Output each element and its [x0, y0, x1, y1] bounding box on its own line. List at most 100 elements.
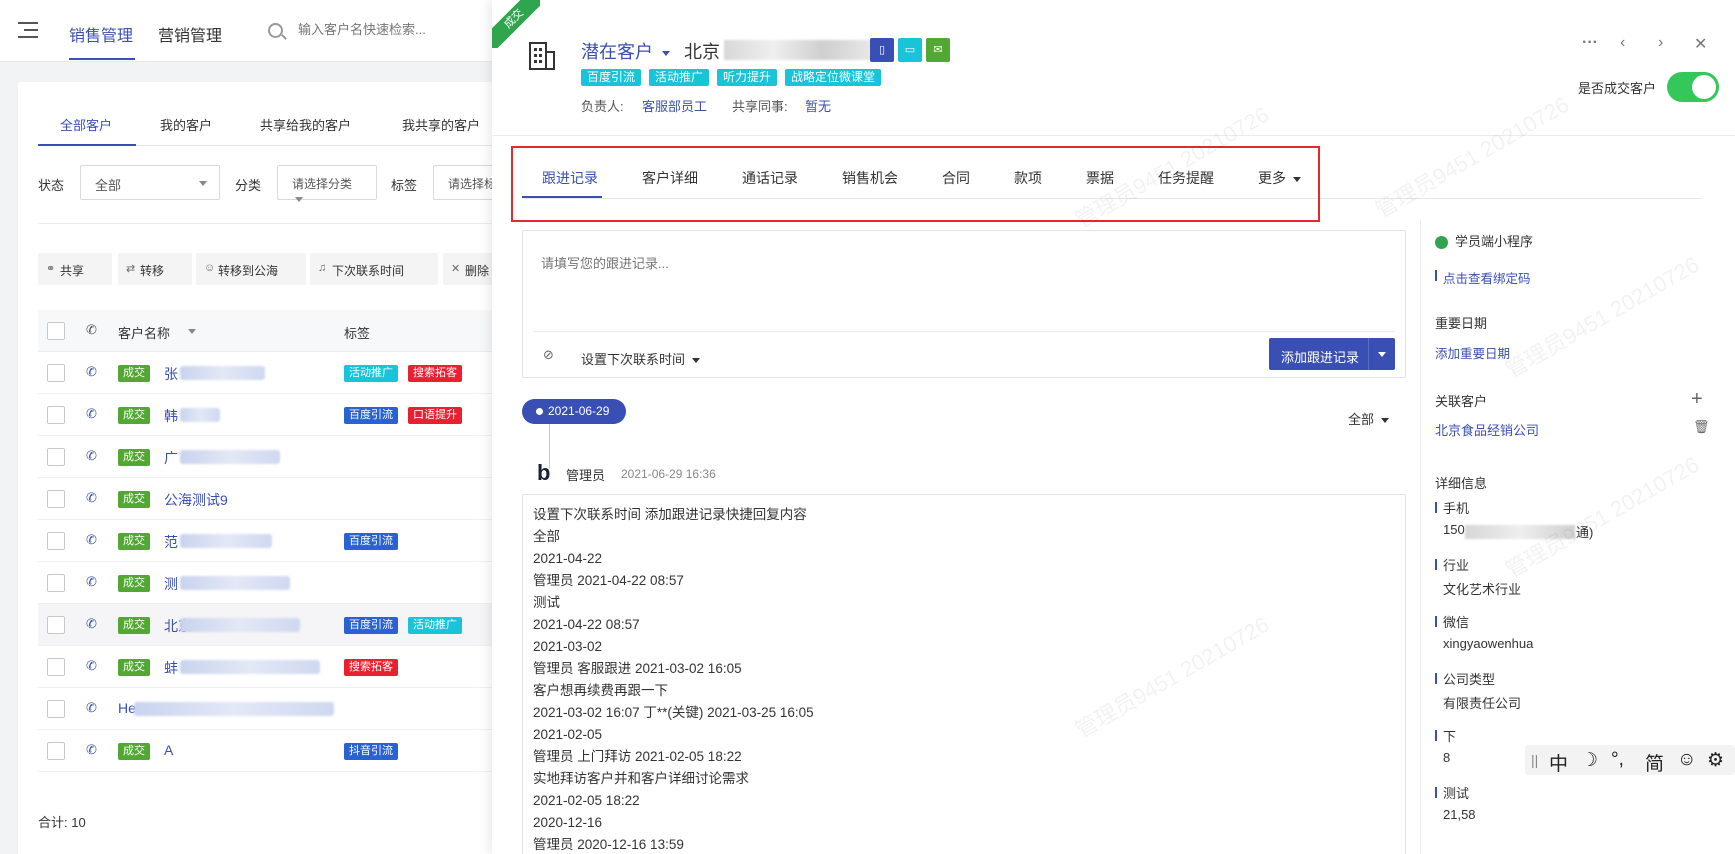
chevron-right-icon[interactable]: › [1658, 34, 1663, 52]
message-icon[interactable]: ▭ [898, 38, 922, 62]
status-filter-select[interactable]: 全部 [80, 165, 220, 200]
row-checkbox[interactable] [47, 364, 65, 382]
table-row[interactable]: ✆ 成交广 [38, 436, 498, 478]
row-checkbox[interactable] [47, 742, 65, 760]
row-checkbox[interactable] [47, 700, 65, 718]
view-bind-code-link[interactable]: 点击查看绑定码 [1443, 268, 1531, 287]
set-next-contact-dropdown[interactable]: 设置下次联系时间 [581, 349, 700, 368]
moon-icon[interactable]: ☽ [1581, 749, 1598, 772]
phone-icon[interactable]: ✆ [86, 742, 97, 758]
customer-name-link[interactable]: 韩 [164, 406, 178, 426]
add-follow-up-button[interactable]: 添加跟进记录 [1269, 338, 1395, 370]
gear-icon[interactable]: ⚙ [1707, 749, 1724, 772]
phone-icon[interactable]: ✆ [86, 658, 97, 674]
table-row[interactable]: ✆ 成交 A 抖音引流 [38, 730, 498, 772]
add-options-caret-icon[interactable] [1378, 352, 1386, 357]
customer-tag: 搜索拓客 [344, 659, 398, 676]
transfer-button[interactable]: ⇄ 转移 [118, 253, 192, 285]
shared-colleagues-label: 共享同事: [732, 99, 788, 114]
watermark-text: 管理员9451 20210726 [1371, 91, 1574, 223]
phone-icon[interactable]: ✆ [86, 406, 97, 422]
row-checkbox[interactable] [47, 574, 65, 592]
category-filter-select[interactable]: 请选择分类 [277, 165, 377, 203]
close-icon[interactable]: ✕ [1694, 34, 1707, 54]
shared-colleagues-value[interactable]: 暂无 [805, 96, 831, 115]
customer-tag: 百度引流 [344, 407, 398, 424]
phone-icon[interactable]: ✆ [86, 616, 97, 632]
customer-name-link[interactable]: 蚌 [164, 658, 178, 678]
sort-caret-icon[interactable] [188, 329, 196, 334]
phone-icon[interactable]: ✆ [86, 490, 97, 506]
customer-name-link[interactable]: 张 [164, 364, 178, 384]
mobile-icon[interactable]: ▯ [870, 38, 894, 62]
ime-chinese-toggle[interactable]: 中 [1549, 749, 1568, 776]
deal-status-badge: 成交 [118, 449, 150, 466]
row-checkbox[interactable] [47, 406, 65, 424]
tab-my-customers[interactable]: 我的客户 [160, 115, 212, 134]
record-line: 设置下次联系时间 添加跟进记录快捷回复内容 [533, 507, 807, 522]
record-filter-dropdown[interactable]: 全部 [1348, 409, 1389, 428]
next-contact-time-button[interactable]: ♫ 下次联系时间 [310, 253, 438, 285]
more-options-icon[interactable]: ··· [1582, 34, 1598, 52]
emoji-icon[interactable]: ☺ [1677, 749, 1696, 771]
chevron-left-icon[interactable]: ‹ [1620, 34, 1625, 52]
share-button[interactable]: ⚭ 共享 [38, 253, 112, 285]
row-checkbox[interactable] [47, 616, 65, 634]
customer-type-dropdown[interactable]: 潜在客户 [581, 38, 671, 64]
timeline-date-pill: 2021-06-29 [522, 399, 626, 424]
related-customers-title: 关联客户 [1435, 394, 1488, 409]
punctuation-toggle[interactable]: °, [1611, 749, 1624, 771]
customer-name-link[interactable]: 公海测试9 [164, 490, 228, 510]
row-checkbox[interactable] [47, 658, 65, 676]
tag-filter-label: 标签 [391, 178, 418, 193]
field-label-test: 测试 [1443, 786, 1470, 801]
field-value-company-type: 有限责任公司 [1443, 696, 1522, 711]
select-all-checkbox[interactable] [47, 322, 65, 340]
nav-tab-marketing[interactable]: 营销管理 [158, 22, 222, 46]
owner-value[interactable]: 客服部员工 [642, 96, 707, 115]
add-related-customer-icon[interactable]: + [1691, 388, 1703, 411]
related-customer-link[interactable]: 北京食品经销公司 [1435, 420, 1539, 439]
table-row[interactable]: ✆ 成交韩 百度引流 口语提升 [38, 394, 498, 436]
table-row[interactable]: ✆ 成交张 活动推广 搜索拓客 [38, 352, 498, 394]
chevron-down-icon [199, 181, 207, 186]
tab-all-customers[interactable]: 全部客户 [60, 115, 112, 134]
table-row[interactable]: ✆ 成交蚌 搜索拓客 [38, 646, 498, 688]
redacted-name [180, 576, 290, 590]
delete-related-icon[interactable]: 🗑 [1693, 419, 1710, 435]
customer-name-link[interactable]: A [164, 742, 173, 758]
search-input[interactable] [298, 22, 478, 37]
phone-icon[interactable]: ✆ [86, 448, 97, 464]
ime-simplified-toggle[interactable]: 简 [1645, 749, 1664, 776]
menu-toggle-icon[interactable] [18, 22, 38, 40]
column-header-name[interactable]: 客户名称 [118, 323, 170, 342]
table-row[interactable]: ✆ 成交测 [38, 562, 498, 604]
row-checkbox[interactable] [47, 490, 65, 508]
customer-name-link[interactable]: 范 [164, 532, 178, 552]
move-to-pool-button[interactable]: ☺ 转移到公海 [196, 253, 306, 285]
tab-shared-by-me[interactable]: 我共享的客户 [402, 115, 480, 134]
phone-icon[interactable]: ✆ [86, 574, 97, 590]
phone-icon[interactable]: ✆ [86, 532, 97, 548]
table-row[interactable]: ✆ He [38, 688, 498, 730]
attachment-icon[interactable]: ⊘ [543, 347, 554, 363]
row-checkbox[interactable] [47, 532, 65, 550]
table-row[interactable]: ✆ 成交 北京 百度引流 活动推广 [38, 604, 498, 646]
nav-tab-sales[interactable]: 销售管理 [69, 22, 133, 46]
redacted-name [180, 408, 220, 422]
add-important-date-link[interactable]: 添加重要日期 [1435, 343, 1510, 362]
email-icon[interactable]: ✉ [926, 38, 950, 62]
deal-status-badge: 成交 [118, 743, 150, 760]
bell-icon: ♫ [318, 262, 327, 274]
tab-shared-to-me[interactable]: 共享给我的客户 [260, 115, 351, 134]
phone-icon[interactable]: ✆ [86, 364, 97, 380]
row-checkbox[interactable] [47, 448, 65, 466]
table-row[interactable]: ✆ 成交 公海测试9 [38, 478, 498, 520]
follow-up-textarea[interactable] [523, 231, 1405, 331]
table-row[interactable]: ✆ 成交范 百度引流 [38, 520, 498, 562]
deal-status-badge: 成交 [118, 617, 150, 634]
phone-icon[interactable]: ✆ [86, 700, 97, 716]
customer-name-link[interactable]: 测 [164, 574, 178, 594]
deal-toggle-switch[interactable] [1667, 72, 1719, 102]
customer-name-link[interactable]: 广 [164, 448, 178, 468]
